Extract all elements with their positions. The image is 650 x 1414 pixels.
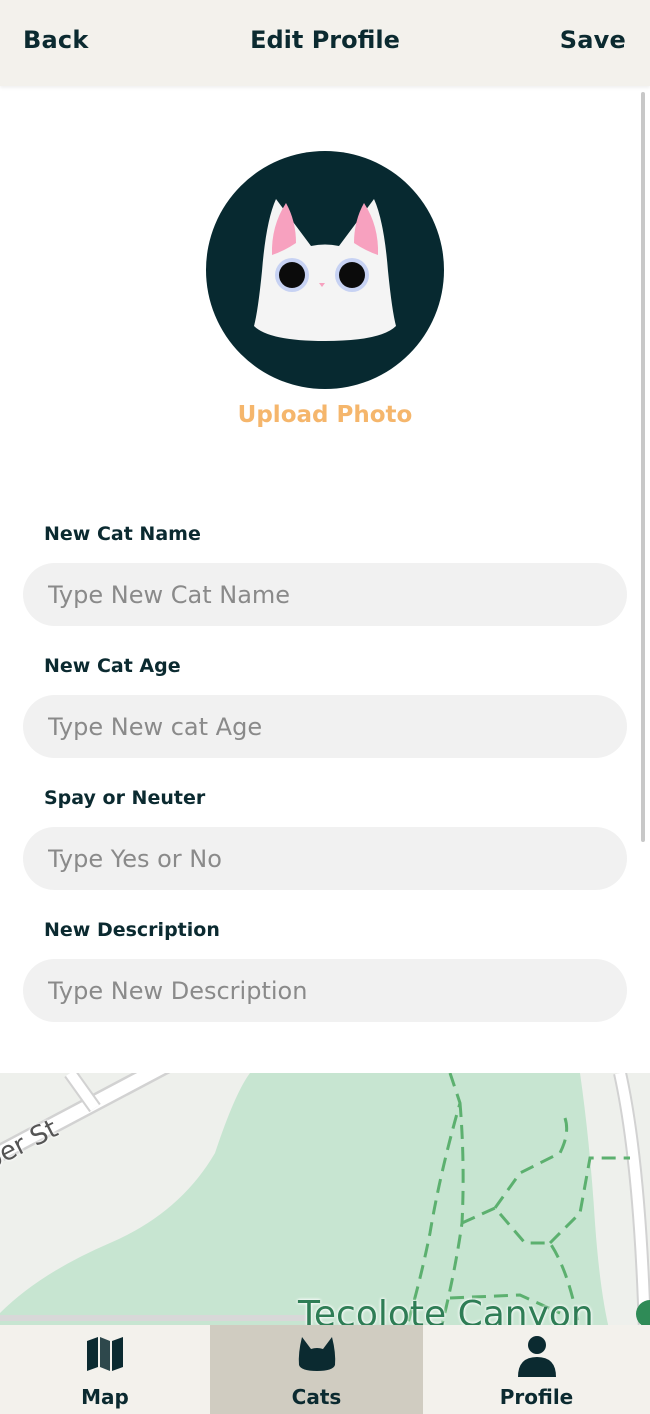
- avatar[interactable]: [206, 151, 444, 389]
- upload-photo-row: Upload Photo: [0, 402, 650, 428]
- tab-map-label: Map: [81, 1385, 129, 1409]
- cat-name-label: New Cat Name: [44, 523, 201, 545]
- tab-map[interactable]: Map: [0, 1325, 210, 1414]
- cat-ears-icon: [298, 1337, 335, 1371]
- page-title: Edit Profile: [250, 26, 400, 54]
- tab-profile[interactable]: Profile: [423, 1325, 650, 1414]
- bottom-nav: Map Cats Profile: [0, 1325, 650, 1414]
- cat-face-icon: [254, 199, 396, 341]
- tab-profile-label: Profile: [499, 1385, 574, 1409]
- spay-neuter-label: Spay or Neuter: [44, 787, 206, 809]
- scrollbar[interactable]: [641, 92, 645, 842]
- tab-cats[interactable]: Cats: [210, 1325, 423, 1414]
- description-input[interactable]: [23, 959, 627, 1022]
- map-icon: [87, 1337, 123, 1371]
- cat-age-label: New Cat Age: [44, 655, 181, 677]
- save-button[interactable]: Save: [560, 26, 626, 54]
- person-icon: [517, 1336, 556, 1377]
- back-button[interactable]: Back: [23, 26, 88, 54]
- cat-age-input[interactable]: [23, 695, 627, 758]
- description-label: New Description: [44, 919, 220, 941]
- spay-neuter-input[interactable]: [23, 827, 627, 890]
- cat-name-input[interactable]: [23, 563, 627, 626]
- upload-photo-link[interactable]: Upload Photo: [238, 402, 413, 428]
- tab-cats-label: Cats: [291, 1385, 342, 1409]
- top-bar: Back Edit Profile Save: [0, 0, 650, 86]
- edit-profile-screen: Back Edit Profile Save Upload Photo New …: [0, 0, 650, 1414]
